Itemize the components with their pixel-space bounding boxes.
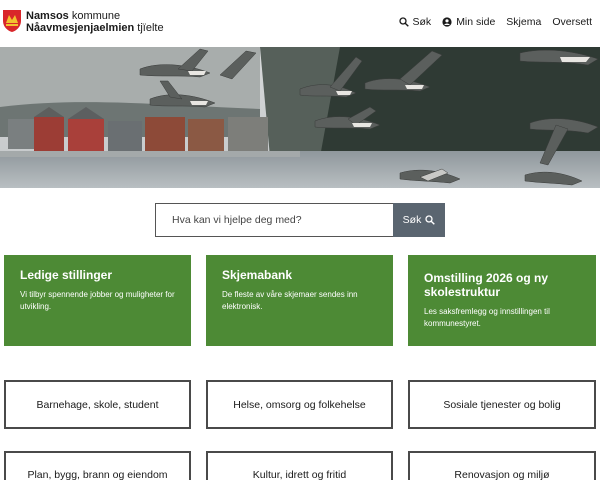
search-bar: Søk	[155, 203, 445, 237]
brand-line1-bold: Namsos	[26, 10, 69, 22]
user-icon	[442, 17, 452, 27]
nav-search[interactable]: Søk	[398, 16, 432, 28]
highlight-card-title: Omstilling 2026 og ny skolestruktur	[424, 271, 549, 299]
nav-translate[interactable]: Oversett	[552, 16, 592, 28]
brand-line1-rest: kommune	[68, 10, 121, 22]
highlight-card-text: Les saksfremlegg og innstillingen til ko…	[424, 307, 550, 328]
category-label: Sosiale tjenester og bolig	[443, 398, 561, 411]
category-label: Plan, bygg, brann og eiendom	[27, 469, 168, 480]
brand-line2-bold: Nåavmesjenjaelmien	[26, 22, 135, 34]
geese-over-lake-image	[0, 47, 600, 188]
category-card[interactable]: Barnehage, skole, student	[4, 380, 191, 429]
category-card[interactable]: Renovasjon og miljø	[408, 451, 596, 480]
highlight-card-restructuring[interactable]: Omstilling 2026 og ny skolestruktur Les …	[408, 255, 596, 346]
category-label: Renovasjon og miljø	[454, 469, 550, 480]
nav-forms[interactable]: Skjema	[506, 16, 541, 28]
category-card[interactable]: Plan, bygg, brann og eiendom	[4, 451, 191, 480]
search-button[interactable]: Søk	[393, 203, 445, 237]
category-label: Barnehage, skole, student	[36, 398, 159, 411]
highlight-card-jobs[interactable]: Ledige stillinger Vi tilbyr spennende jo…	[4, 255, 191, 346]
search-button-label: Søk	[402, 214, 422, 226]
highlight-card-forms[interactable]: Skjemabank De fleste av våre skjemaer se…	[206, 255, 393, 346]
search-input[interactable]	[155, 203, 393, 237]
category-label: Helse, omsorg og folkehelse	[233, 398, 366, 411]
top-nav: Søk Min side Skjema Oversett	[388, 16, 592, 28]
category-label: Kultur, idrett og fritid	[252, 469, 347, 480]
hero-image	[0, 47, 600, 188]
category-card[interactable]: Sosiale tjenester og bolig	[408, 380, 596, 429]
highlight-card-text: De fleste av våre skjemaer sendes inn el…	[222, 290, 358, 311]
site-header: Namsos kommune Nåavmesjenjaelmien tjïelt…	[0, 0, 600, 47]
category-card[interactable]: Helse, omsorg og folkehelse	[206, 380, 393, 429]
category-card[interactable]: Kultur, idrett og fritid	[206, 451, 393, 480]
nav-search-label: Søk	[412, 16, 432, 28]
search-icon	[425, 215, 436, 225]
highlight-card-text: Vi tilbyr spennende jobber og muligheter…	[20, 290, 175, 311]
highlight-card-title: Ledige stillinger	[20, 268, 113, 282]
nav-my-page-label: Min side	[456, 16, 496, 28]
brand-line2-rest: tjïelte	[134, 22, 164, 34]
search-icon	[398, 17, 409, 27]
nav-my-page[interactable]: Min side	[442, 16, 495, 28]
brand-name[interactable]: Namsos kommune Nåavmesjenjaelmien tjïelt…	[26, 10, 164, 34]
coat-of-arms-icon[interactable]	[2, 9, 22, 33]
nav-forms-label: Skjema	[506, 16, 542, 28]
highlight-card-title: Skjemabank	[222, 268, 293, 282]
nav-translate-label: Oversett	[552, 16, 592, 28]
